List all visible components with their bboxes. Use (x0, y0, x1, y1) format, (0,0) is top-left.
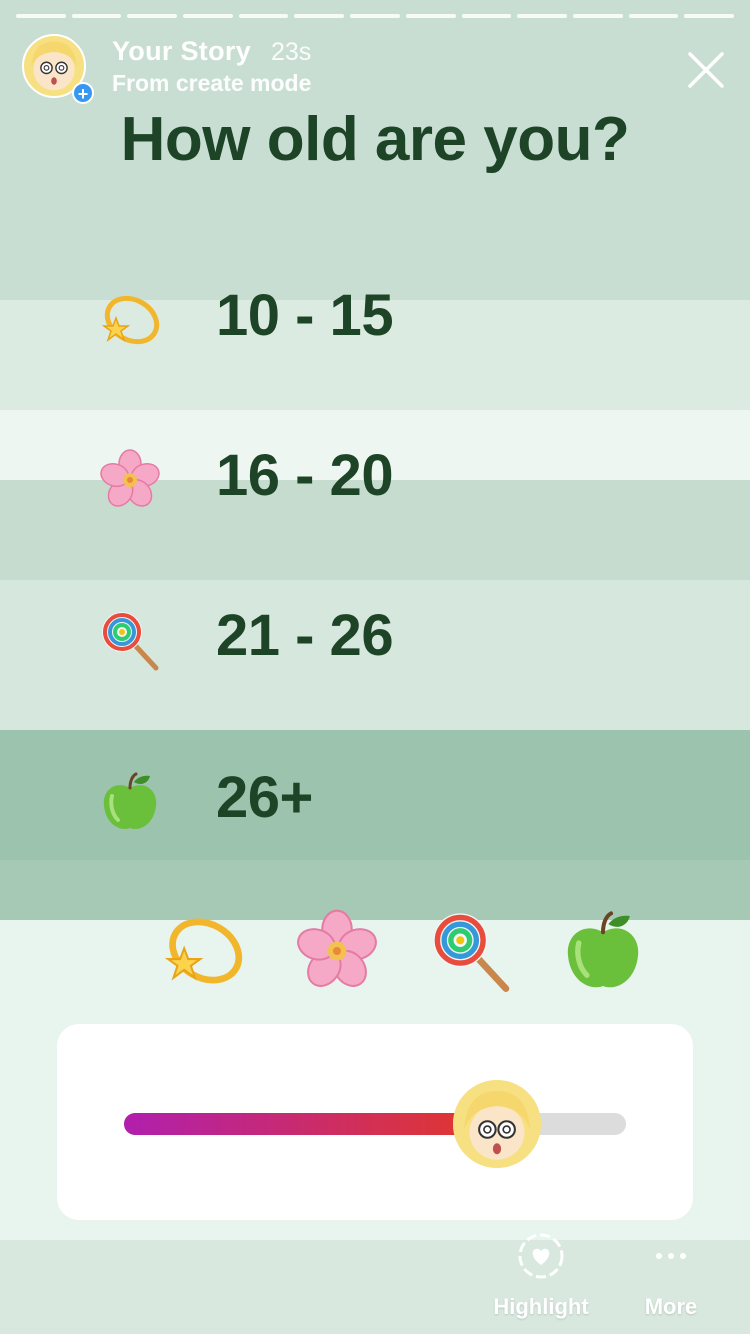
option-label: 26+ (216, 765, 313, 830)
lollipop-icon (428, 908, 514, 994)
slider-thumb[interactable] (453, 1080, 541, 1168)
close-icon (688, 52, 724, 88)
dizzy-star-icon (160, 908, 246, 994)
avatar-face-icon (453, 1080, 541, 1168)
emoji-slider-card (57, 1024, 693, 1220)
option-row: 26+ (98, 762, 658, 842)
green-apple-icon (98, 770, 162, 834)
dizzy-star-icon (98, 288, 162, 352)
story-header: + Your Story 23s From create mode (22, 34, 728, 104)
option-label: 21 - 26 (216, 603, 394, 668)
progress-segment (572, 14, 623, 18)
progress-segment (71, 14, 122, 18)
progress-segment (183, 14, 233, 18)
progress-segment (461, 14, 512, 18)
progress-segment (517, 14, 567, 18)
progress-segment (628, 14, 679, 18)
slider-fill (124, 1113, 485, 1135)
progress-segment (127, 14, 178, 18)
option-row: 10 - 15 (98, 280, 658, 360)
progress-segment (684, 14, 734, 18)
progress-segment (350, 14, 400, 18)
story-timestamp: 23s (271, 38, 312, 66)
cherry-blossom-icon (294, 908, 380, 994)
close-button[interactable] (684, 48, 728, 92)
more-label: More (644, 1294, 698, 1319)
option-label: 10 - 15 (216, 283, 394, 348)
poll-question: How old are you? (120, 105, 630, 174)
option-label: 16 - 20 (216, 443, 394, 508)
green-apple-icon (560, 908, 646, 994)
slider-track[interactable] (124, 1113, 626, 1135)
add-story-plus-icon[interactable]: + (72, 82, 94, 104)
more-dots-icon (632, 1232, 710, 1280)
heart-highlight-icon (517, 1232, 565, 1280)
progress-segment (238, 14, 289, 18)
avatar[interactable]: + (22, 34, 94, 104)
progress-segment (16, 14, 66, 18)
progress-segment (294, 14, 345, 18)
highlight-label: Highlight (493, 1294, 589, 1319)
option-row: 21 - 26 (98, 600, 658, 680)
lollipop-icon (98, 608, 162, 672)
more-button[interactable]: More (632, 1232, 710, 1322)
story-owner-name[interactable]: Your Story (112, 36, 251, 67)
cherry-blossom-icon (98, 448, 162, 512)
highlight-button[interactable]: Highlight (488, 1232, 594, 1322)
slider-emoji-row (160, 908, 640, 998)
story-subtitle: From create mode (112, 70, 312, 96)
option-row: 16 - 20 (98, 440, 658, 520)
progress-segment (405, 14, 456, 18)
story-progress-bar (16, 14, 734, 18)
